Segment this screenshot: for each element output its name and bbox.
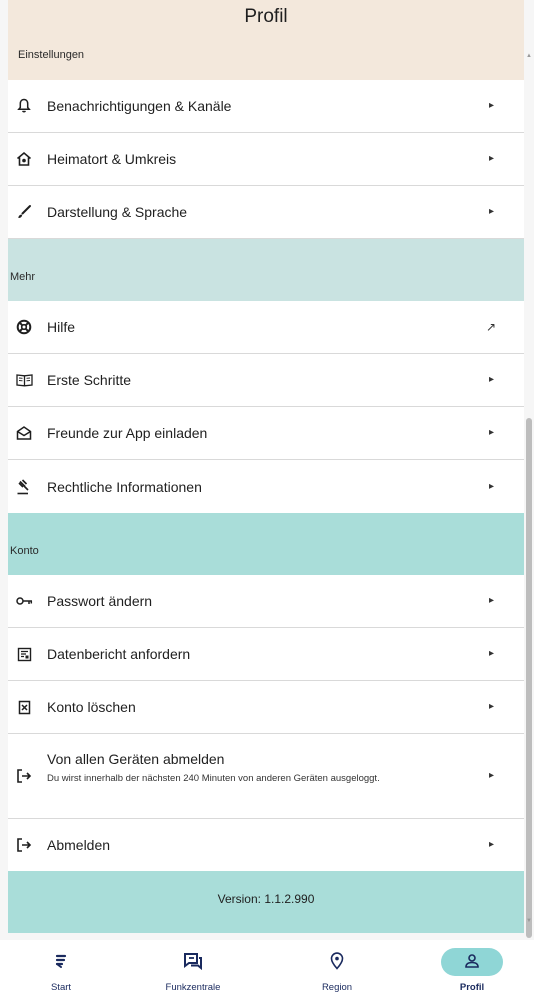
settings-item-home[interactable]: Heimatort & Umkreis ▸ — [8, 133, 524, 186]
chevron-right-icon: ▸ — [488, 153, 494, 164]
bell-icon — [14, 96, 34, 116]
delete-account-icon — [14, 697, 34, 717]
version-footer: Version: 1.1.2.990 — [8, 871, 524, 933]
account-item-data-report[interactable]: Datenbericht anfordern ▸ — [8, 628, 524, 681]
person-icon — [461, 950, 483, 972]
chevron-right-icon: ▸ — [488, 206, 494, 217]
header: Profil Einstellungen — [8, 0, 524, 80]
settings-item-label: Darstellung & Sprache — [47, 204, 188, 220]
more-item-label: Rechtliche Informationen — [47, 478, 202, 495]
account-item-label: Datenbericht anfordern — [47, 646, 191, 662]
more-item-first-steps[interactable]: Erste Schritte ▸ — [8, 354, 524, 407]
more-item-help[interactable]: Hilfe ↗ — [8, 301, 524, 354]
chevron-right-icon: ▸ — [488, 701, 494, 712]
more-item-label: Freunde zur App einladen — [47, 425, 208, 441]
account-item-label: Abmelden — [47, 837, 111, 853]
more-item-invite-friends[interactable]: Freunde zur App einladen ▸ — [8, 407, 524, 460]
account-item-label: Passwort ändern — [47, 593, 153, 609]
more-item-label: Hilfe — [47, 319, 76, 335]
chevron-right-icon: ▸ — [488, 480, 494, 492]
account-item-logout[interactable]: Abmelden ▸ — [8, 819, 524, 871]
chevron-right-icon: ▸ — [488, 374, 494, 385]
nav-label: Funkzentrale — [165, 982, 221, 993]
external-link-icon: ↗ — [485, 320, 496, 334]
section-label-einstellungen: Einstellungen — [18, 49, 85, 61]
nav-item-start[interactable]: Start — [6, 940, 116, 1000]
scroll-down-arrow-icon[interactable]: ▼ — [526, 918, 532, 924]
start-icon — [50, 950, 72, 972]
nav-item-region[interactable]: Region — [282, 940, 392, 1000]
version-label: Version: 1.1.2.990 — [217, 892, 315, 906]
chevron-right-icon: ▸ — [488, 648, 494, 659]
envelope-icon — [14, 423, 34, 443]
chevron-right-icon: ▸ — [488, 100, 494, 111]
home-icon — [14, 149, 34, 169]
gavel-icon — [14, 477, 34, 497]
scrollbar-thumb[interactable] — [526, 418, 532, 938]
section-label-konto: Konto — [10, 545, 39, 557]
report-icon — [14, 644, 34, 664]
nav-label: Start — [50, 982, 72, 993]
nav-item-funkzentrale[interactable]: Funkzentrale — [138, 940, 248, 1000]
settings-item-notifications[interactable]: Benachrichtigungen & Kanäle ▸ — [8, 80, 524, 133]
scroll-up-arrow-icon[interactable]: ▲ — [526, 53, 532, 59]
settings-item-label: Heimatort & Umkreis — [47, 151, 177, 167]
chevron-right-icon: ▸ — [488, 839, 494, 850]
brush-icon — [14, 202, 34, 222]
nav-label: Profil — [459, 982, 485, 993]
section-header-konto: Konto — [8, 513, 524, 575]
key-icon — [14, 591, 34, 611]
chevron-right-icon: ▸ — [488, 770, 494, 781]
settings-item-appearance[interactable]: Darstellung & Sprache ▸ — [8, 186, 524, 239]
logout-icon — [14, 835, 34, 855]
settings-item-label: Benachrichtigungen & Kanäle — [47, 98, 232, 114]
account-item-description: Du wirst innerhalb der nächsten 240 Minu… — [47, 773, 380, 784]
nav-label: Region — [321, 982, 353, 993]
lifebuoy-icon — [14, 317, 34, 337]
section-header-mehr: Mehr — [8, 239, 524, 301]
account-item-delete-account[interactable]: Konto löschen ▸ — [8, 681, 524, 734]
profile-screen: Profil Einstellungen Benachrichtigungen … — [0, 0, 534, 1000]
bottom-navigation: Start Funkzentrale Region Profil — [0, 940, 534, 1000]
nav-item-profil[interactable]: Profil — [417, 940, 527, 1000]
account-item-change-password[interactable]: Passwort ändern ▸ — [8, 575, 524, 628]
page-title: Profil — [244, 6, 288, 27]
chevron-right-icon: ▸ — [488, 595, 494, 606]
account-item-label: Konto löschen — [47, 699, 136, 715]
location-pin-icon — [326, 950, 348, 972]
account-item-logout-all-devices[interactable]: Von allen Geräten abmelden Du wirst inne… — [8, 734, 524, 819]
chevron-right-icon: ▸ — [488, 427, 494, 438]
more-item-label: Erste Schritte — [47, 372, 132, 388]
section-label-mehr: Mehr — [10, 271, 36, 283]
logout-icon — [14, 766, 34, 786]
account-item-label: Von allen Geräten abmelden — [47, 751, 225, 767]
more-item-legal[interactable]: Rechtliche Informationen ▸ — [8, 460, 524, 513]
chat-icon — [182, 950, 204, 972]
book-icon — [14, 370, 34, 390]
